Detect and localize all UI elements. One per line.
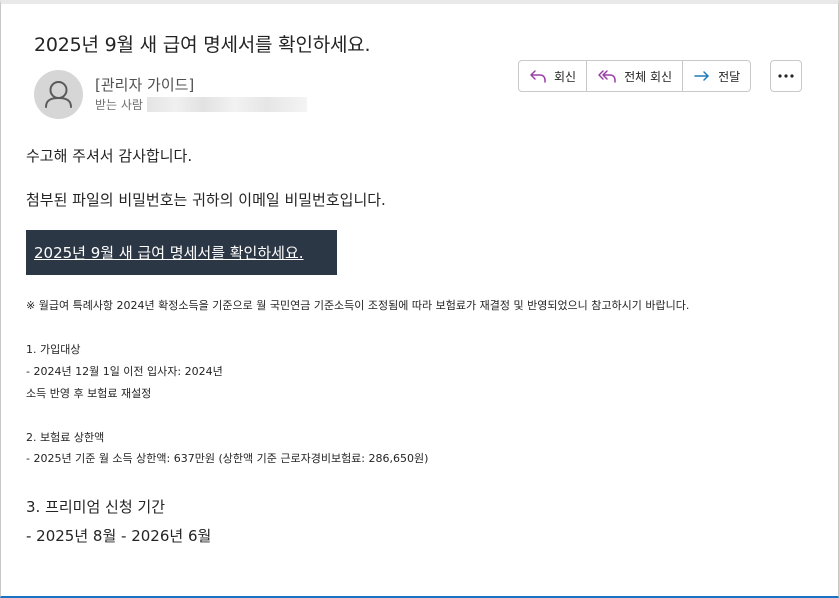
forward-label: 전달: [718, 69, 741, 84]
message-actions: 회신 전체 회신 전달: [518, 60, 752, 92]
reply-label: 회신: [554, 69, 577, 84]
section3-title: 3. 프리미엄 신청 기간: [26, 498, 166, 516]
section2-line1: - 2025년 기준 월 소득 상한액: 637만원 (상한액 기준 근로자경비…: [26, 452, 429, 465]
email-reading-pane: 2025년 9월 새 급여 명세서를 확인하세요. [관리자 가이드] 받는 사…: [0, 0, 839, 598]
section3-line1: - 2025년 8월 - 2026년 6월: [26, 527, 212, 545]
body-thanks: 수고해 주셔서 감사합니다.: [26, 147, 193, 165]
reply-all-button[interactable]: 전체 회신: [586, 61, 682, 91]
more-actions-button[interactable]: [770, 60, 802, 92]
sender-name[interactable]: [관리자 가이드]: [95, 74, 194, 95]
reply-icon: [530, 70, 546, 83]
cta-banner: 2025년 9월 새 급여 명세서를 확인하세요.: [26, 230, 337, 275]
recipient-label: 받는 사람: [95, 98, 143, 112]
recipient-row: 받는 사람: [95, 96, 307, 113]
section1-line1: - 2024년 12월 1일 이전 입사자: 2024년: [26, 365, 223, 378]
payslip-link[interactable]: 2025년 9월 새 급여 명세서를 확인하세요.: [34, 242, 304, 263]
section1-title: 1. 가입대상: [26, 343, 81, 356]
person-icon: [45, 81, 72, 108]
reply-all-icon: [598, 70, 616, 83]
section2-title: 2. 보험료 상한액: [26, 431, 105, 444]
notice-text: ※ 월급여 특례사항 2024년 확정소득을 기준으로 월 국민연금 기준소득이…: [26, 299, 690, 312]
section1-line2: 소득 반영 후 보험료 재설정: [26, 387, 152, 400]
more-icon: [778, 74, 794, 78]
email-subject: 2025년 9월 새 급여 명세서를 확인하세요.: [34, 34, 371, 56]
forward-icon: [694, 71, 709, 81]
reply-button[interactable]: 회신: [519, 61, 586, 91]
forward-button[interactable]: 전달: [682, 61, 750, 91]
recipient-redacted: [146, 97, 307, 112]
body-password-note: 첨부된 파일의 비밀번호는 귀하의 이메일 비밀번호입니다.: [26, 191, 386, 209]
reply-all-label: 전체 회신: [624, 69, 673, 84]
sender-avatar[interactable]: [34, 70, 83, 119]
